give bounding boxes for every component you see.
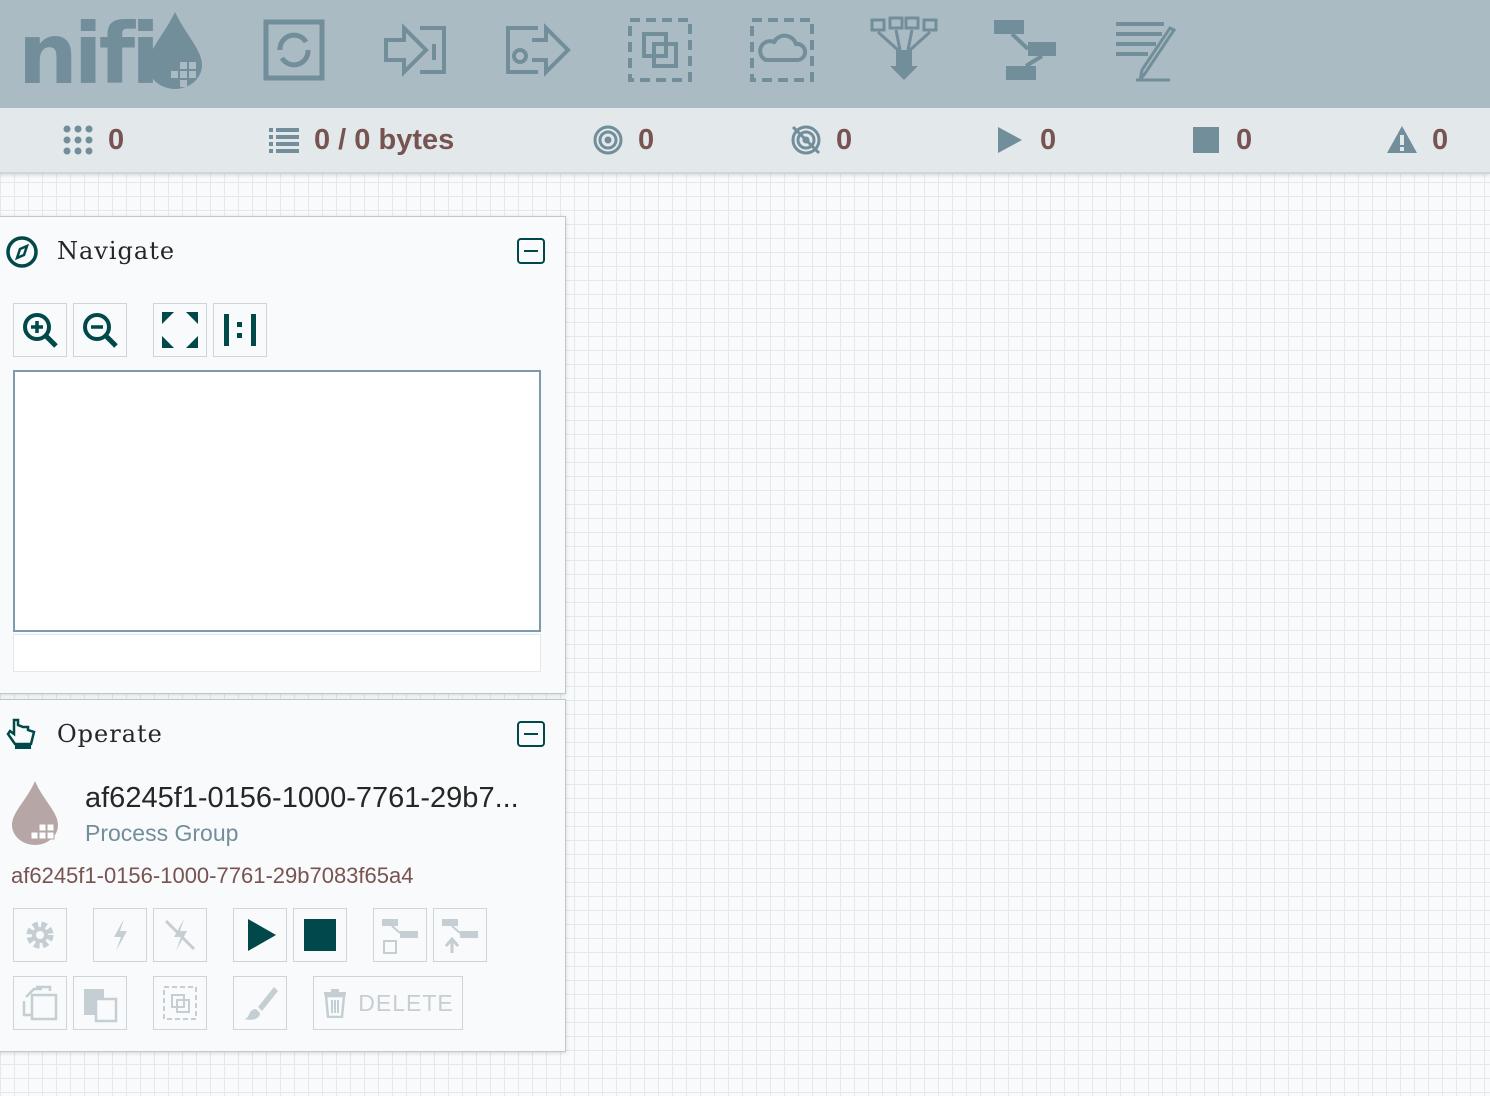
birdseye-canvas[interactable]: [13, 370, 541, 632]
upload-template-button[interactable]: [433, 908, 487, 962]
running-value: 0: [1040, 123, 1057, 156]
output-port-icon: [506, 23, 571, 77]
stop-icon: [1193, 127, 1219, 153]
fit-button[interactable]: [153, 303, 207, 357]
invalid-value: 0: [1432, 123, 1449, 156]
queued-stat: 0 / 0 bytes: [268, 122, 454, 158]
funnel-tool[interactable]: [868, 14, 940, 86]
play-icon: [248, 919, 276, 951]
transmitting-value: 0: [638, 123, 655, 156]
logo-text: nifi: [18, 5, 160, 103]
group-button[interactable]: [153, 976, 207, 1030]
save-template-icon: [382, 919, 418, 954]
navigate-title: Navigate: [57, 237, 176, 265]
navigate-collapse-button[interactable]: [517, 238, 545, 264]
zoom-in-icon: [23, 313, 58, 348]
remote-process-group-tool[interactable]: [746, 14, 818, 86]
template-icon: [994, 20, 1056, 80]
threads-icon: [63, 125, 93, 155]
funnel-icon: [870, 16, 938, 80]
group-icon: [163, 986, 197, 1020]
upload-template-icon: [442, 919, 478, 953]
remote-process-group-icon: [750, 18, 814, 82]
stop-button[interactable]: [293, 908, 347, 962]
running-stat: 0: [994, 122, 1056, 158]
warning-icon: [1387, 126, 1417, 153]
not-transmitting-stat: 0: [790, 122, 852, 158]
nifi-logo: nifi: [18, 5, 203, 103]
start-button[interactable]: [233, 908, 287, 962]
gear-icon: [26, 921, 54, 949]
label-tool[interactable]: [1112, 14, 1184, 86]
zoom-in-button[interactable]: [13, 303, 67, 357]
transmitting-icon: [593, 125, 623, 155]
fit-screen-icon: [162, 312, 198, 348]
enable-button[interactable]: [93, 908, 147, 962]
pointer-hand-icon: [6, 718, 36, 749]
header-toolbar: nifi: [0, 0, 1490, 108]
process-group-tool[interactable]: [624, 14, 696, 86]
active-threads-stat: 0: [62, 122, 124, 158]
actual-size-icon: [224, 314, 256, 346]
template-tool[interactable]: [990, 14, 1062, 86]
zoom-out-button[interactable]: [73, 303, 127, 357]
operate-collapse-button[interactable]: [517, 721, 545, 747]
actual-size-button[interactable]: [213, 303, 267, 357]
paintbrush-icon: [244, 987, 278, 1020]
delete-label: DELETE: [358, 989, 454, 1016]
stopped-stat: 0: [1190, 122, 1252, 158]
play-icon: [998, 127, 1022, 153]
component-name: af6245f1-0156-1000-7761-29b7...: [85, 782, 519, 814]
label-icon: [1116, 22, 1177, 82]
invalid-stat: 0: [1386, 122, 1448, 158]
output-port-tool[interactable]: [502, 14, 574, 86]
stop-icon: [304, 919, 336, 951]
paste-icon: [84, 989, 118, 1023]
stopped-value: 0: [1236, 123, 1253, 156]
compass-icon: [6, 236, 38, 268]
trash-icon: [324, 989, 347, 1018]
operate-panel: Operate af6245f1-0156-1000-7761-29b7... …: [0, 699, 566, 1052]
process-group-drop-icon: [12, 781, 58, 845]
birdseye-footer: [13, 634, 541, 672]
operate-title: Operate: [57, 720, 163, 748]
paste-button[interactable]: [73, 976, 127, 1030]
navigate-panel: Navigate: [0, 216, 566, 694]
create-template-button[interactable]: [373, 908, 427, 962]
configure-button[interactable]: [13, 908, 67, 962]
not-transmitting-icon: [791, 125, 821, 155]
nifi-drop-icon: [148, 12, 202, 89]
processor-tool[interactable]: [258, 14, 330, 86]
not-transmitting-value: 0: [836, 123, 853, 156]
zoom-out-icon: [83, 313, 118, 348]
queued-value: 0 / 0 bytes: [314, 123, 455, 156]
input-port-icon: [384, 23, 446, 77]
status-bar: 0 0 / 0 bytes 0 0 0 0 0: [0, 108, 1490, 174]
lightning-icon: [114, 919, 127, 951]
lightning-off-icon: [164, 919, 196, 951]
processor-icon: [263, 19, 325, 81]
process-group-icon: [628, 18, 692, 82]
component-id: af6245f1-0156-1000-7761-29b7083f65a4: [11, 863, 414, 888]
copy-icon: [22, 985, 58, 1021]
transmitting-stat: 0: [592, 122, 654, 158]
copy-button[interactable]: [13, 976, 67, 1030]
input-port-tool[interactable]: [380, 14, 452, 86]
component-type: Process Group: [85, 820, 239, 846]
list-icon: [269, 128, 299, 153]
delete-button[interactable]: DELETE: [313, 976, 463, 1030]
disable-button[interactable]: [153, 908, 207, 962]
active-threads-value: 0: [108, 123, 125, 156]
color-button[interactable]: [233, 976, 287, 1030]
